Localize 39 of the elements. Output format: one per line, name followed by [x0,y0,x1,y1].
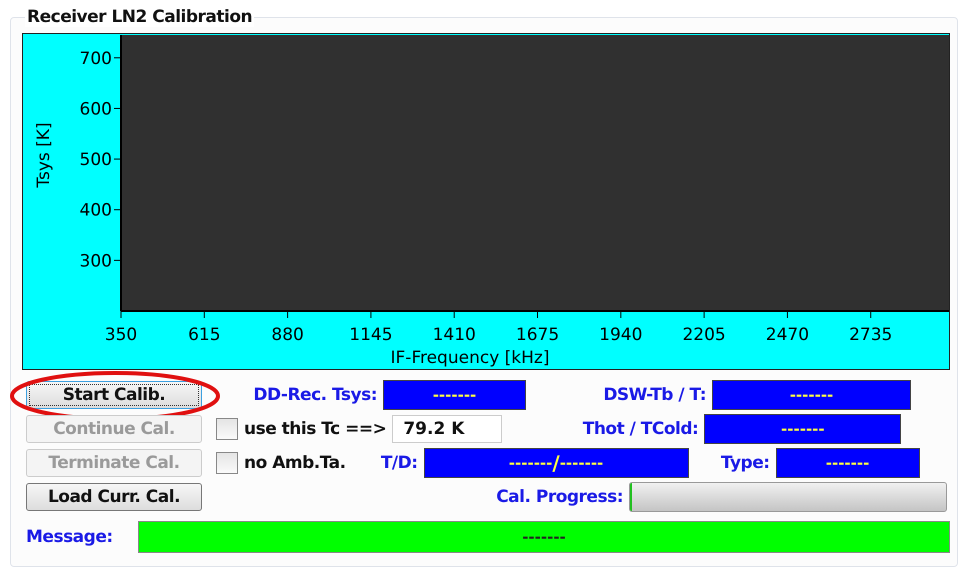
field-label: DSW-Tb / T: [602,385,706,405]
field-label: DD-Rec. Tsys: [252,385,377,405]
x-tick-label: 1145 [349,325,393,345]
x-tick-label: 1940 [599,325,642,345]
value-text: ------- [560,454,604,472]
tc-input-field[interactable]: 79.2 K [392,415,502,443]
x-tick-label: 1675 [516,325,560,345]
y-tick-label: 700 [80,48,112,69]
y-tick-label: 500 [80,150,112,170]
checkbox-label: use this Tc ==> [244,419,386,439]
x-axis-title: IF-Frequency [kHz] [390,348,550,368]
field-label: Cal. Progress: [495,487,623,507]
x-tick-label: 2205 [682,325,726,345]
y-axis-title: Tsys [K] [34,122,54,188]
y-tick-label: 400 [80,200,112,221]
y-tick-label: 600 [80,99,112,120]
separator-text: / [552,451,560,475]
field-label: Thot / TCold: [582,419,698,439]
x-tick-label: 2735 [849,325,892,345]
x-tick-label: 2470 [766,325,810,345]
message-display: ------- [138,521,950,553]
value-display: ------- [776,448,920,478]
checkbox-label: no Amb.Ta. [244,453,346,473]
y-tick-label: 300 [80,251,112,272]
value-display: ------- [712,380,911,410]
x-tick-label: 350 [104,325,138,345]
x-tick-label: 1410 [432,325,476,345]
x-tick-label: 615 [188,325,221,345]
checkbox[interactable] [216,418,238,440]
value-text: ------- [508,454,552,472]
checkbox[interactable] [216,452,238,474]
x-tick-label: 880 [271,325,304,345]
value-display: ------- [704,414,902,444]
field-label: T/D: [380,453,418,473]
button[interactable]: Start Calib. [26,381,202,409]
value-display: ------- [383,380,526,410]
field-label: Message: [26,527,114,547]
button[interactable]: Load Curr. Cal. [26,483,202,511]
field-label: Type: [720,453,770,473]
